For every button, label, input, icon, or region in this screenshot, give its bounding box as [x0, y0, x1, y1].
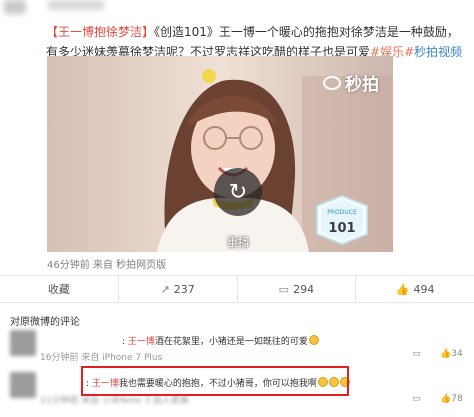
- thumb-icon: 👍: [440, 349, 452, 359]
- video-player[interactable]: PRODUCE 101 秒拍 ↻ 重播: [47, 56, 393, 252]
- comment-like-button[interactable]: 👍34: [440, 349, 463, 359]
- comment-time: 16分钟前 来自 iPhone 7 Plus: [40, 353, 163, 363]
- share-count: 237: [173, 282, 195, 296]
- comment-button[interactable]: ▭ 294: [238, 276, 357, 302]
- replay-icon: ↻: [228, 179, 248, 205]
- poster-avatar[interactable]: [4, 0, 26, 14]
- video-watermark: 秒拍: [323, 70, 379, 95]
- comment-like-count: 78: [451, 394, 463, 404]
- comment-count: 294: [293, 282, 315, 296]
- highlight-box: [81, 366, 349, 396]
- bookmark-button[interactable]: 收藏: [0, 276, 119, 302]
- topic-tag[interactable]: 【王一博抱徐梦洁】: [46, 25, 154, 39]
- commenter-avatar[interactable]: [10, 330, 36, 356]
- post-meta: 46分钟前 来自 秒拍网页版: [47, 260, 167, 271]
- share-icon: ↗: [160, 282, 170, 296]
- replay-label: 重播: [227, 236, 249, 249]
- like-icon: 👍: [395, 282, 410, 296]
- share-button[interactable]: ↗ 237: [119, 276, 238, 302]
- comments-header: 对原微博的评论: [10, 317, 80, 328]
- replay-button[interactable]: ↻: [214, 168, 262, 216]
- bookmark-label: 收藏: [47, 283, 70, 296]
- watermark-logo-icon: [323, 75, 341, 90]
- like-button[interactable]: 👍 494: [356, 276, 474, 302]
- commenter-avatar[interactable]: [10, 372, 36, 398]
- media-link[interactable]: 秒拍视频: [414, 45, 462, 59]
- comment-like-button[interactable]: 👍78: [440, 394, 463, 404]
- comment-icon: ▭: [278, 282, 290, 296]
- thumb-icon: 👍: [440, 394, 452, 404]
- comment-text: : 王一博酒在花絮里，小猪还是一如既往的可爱: [122, 334, 319, 347]
- poster-name[interactable]: [48, 0, 104, 10]
- commenter-name[interactable]: 王一博: [128, 337, 155, 347]
- badge-label-top: PRODUCE: [327, 209, 357, 216]
- like-count: 494: [413, 282, 435, 296]
- comment-reply-icon[interactable]: ▭: [412, 349, 421, 359]
- emoji-icon: [308, 335, 319, 345]
- comment-like-count: 34: [451, 349, 463, 359]
- comment-reply-icon[interactable]: ▭: [412, 394, 421, 404]
- action-bar: 收藏 ↗ 237 ▭ 294 👍 494: [0, 275, 474, 303]
- badge-label-num: 101: [328, 221, 355, 236]
